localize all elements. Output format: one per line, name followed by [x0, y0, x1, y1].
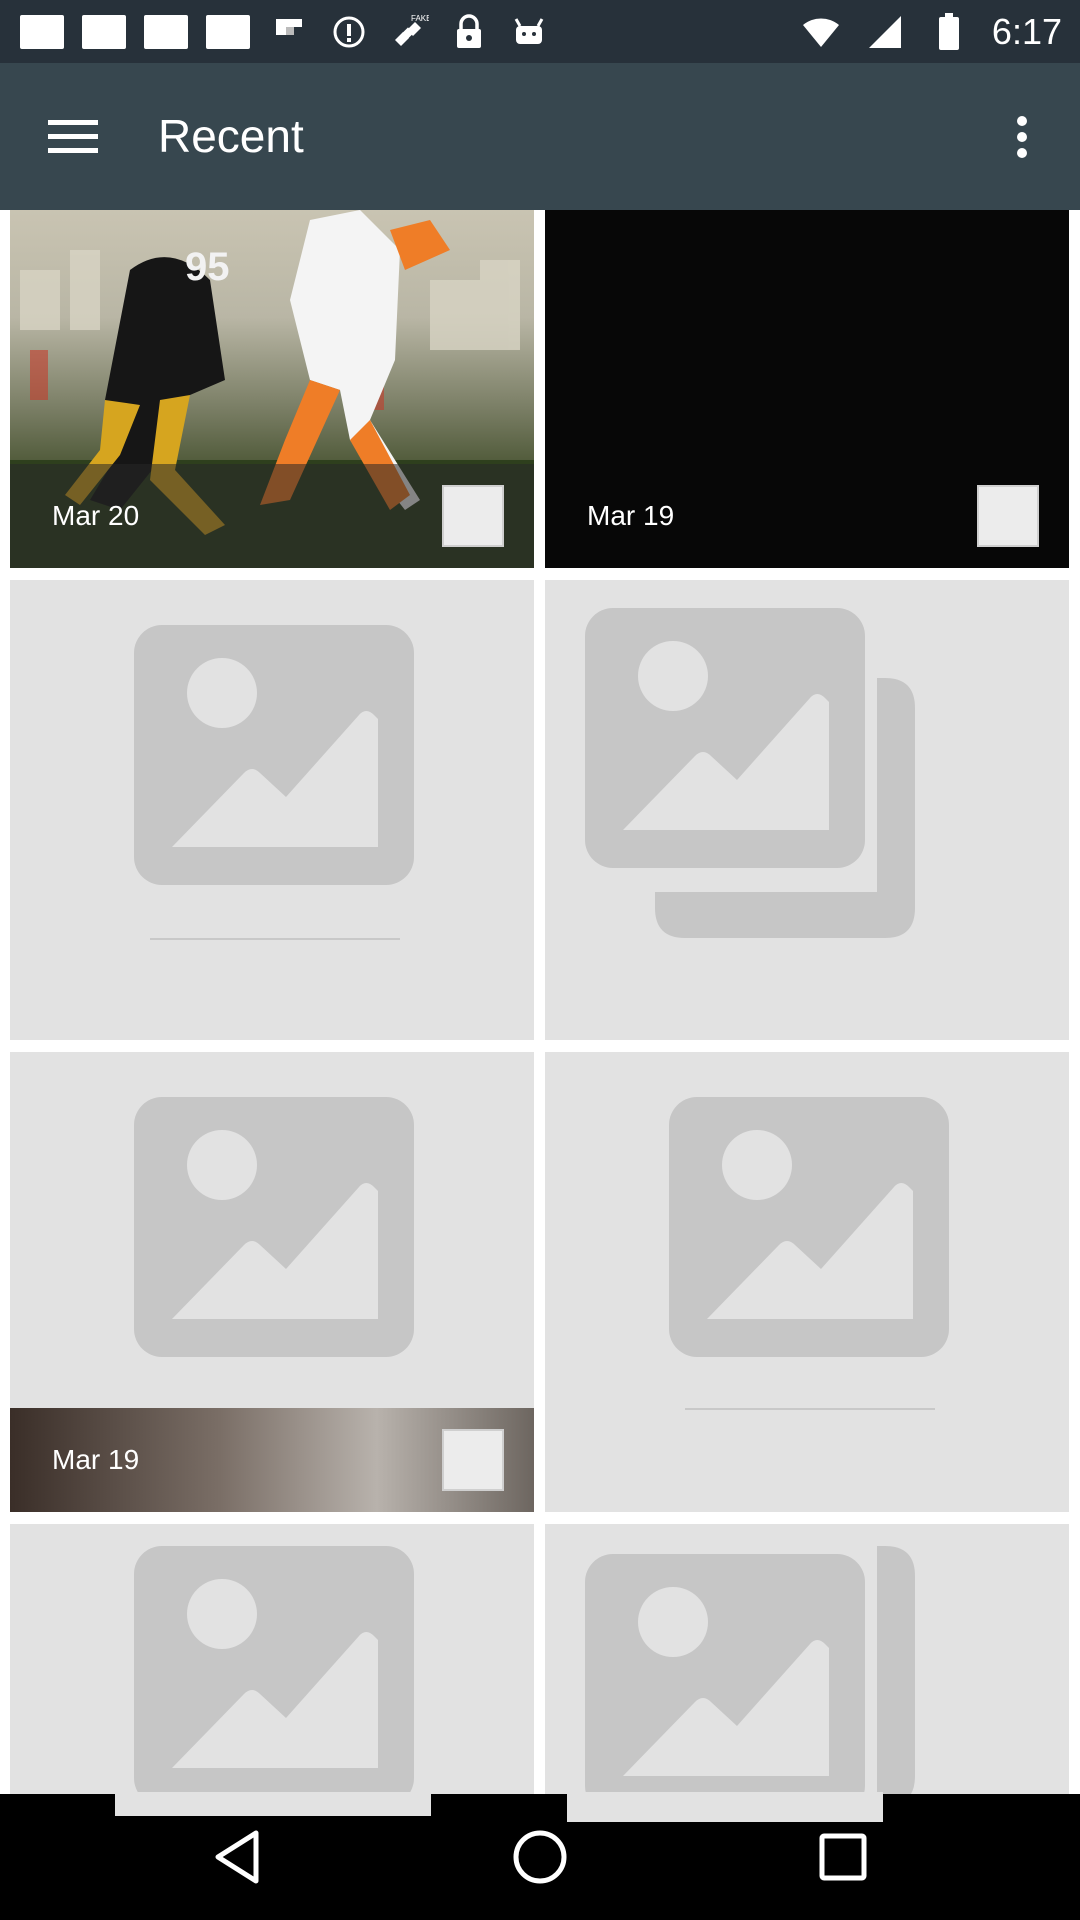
status-icons-left: FAKE	[20, 0, 550, 63]
multiple-images-placeholder-icon	[585, 608, 915, 938]
divider	[685, 1408, 935, 1410]
lock-icon	[448, 11, 490, 53]
select-checkbox[interactable]	[977, 485, 1039, 547]
image-placeholder-icon	[134, 625, 414, 885]
status-icons-right: 6:17	[800, 0, 1062, 63]
signal-icon	[864, 11, 906, 53]
android-icon	[508, 11, 550, 53]
photo-grid: 95 Mar 20 Mar 19 Mar 19	[0, 210, 1080, 1794]
notification-square-icon	[206, 14, 250, 49]
navigation-bar	[0, 1792, 1080, 1920]
grid-tile[interactable]	[545, 1052, 1069, 1512]
select-checkbox[interactable]	[442, 485, 504, 547]
status-time: 6:17	[991, 10, 1062, 52]
grid-tile[interactable]	[10, 580, 534, 1040]
select-checkbox[interactable]	[442, 1429, 504, 1491]
grid-tile[interactable]: Mar 19	[545, 210, 1069, 568]
image-placeholder-icon	[134, 1546, 414, 1794]
battery-icon	[928, 11, 970, 53]
svg-text:FAKE: FAKE	[411, 14, 429, 23]
flipboard-icon	[268, 11, 310, 53]
menu-button[interactable]	[30, 97, 116, 177]
multiple-images-placeholder-icon	[585, 1546, 915, 1794]
image-placeholder-icon	[669, 1097, 949, 1357]
wifi-icon	[800, 11, 842, 53]
info-icon	[328, 11, 370, 53]
satellite-fake-gps-icon: FAKE	[388, 11, 430, 53]
grid-tile[interactable]: Mar 19	[10, 1052, 534, 1512]
grid-tile[interactable]	[10, 1524, 534, 1794]
recents-square-icon	[819, 1833, 867, 1881]
tile-overflow	[115, 1792, 431, 1816]
notification-square-icon	[82, 14, 126, 49]
home-circle-icon	[513, 1830, 567, 1884]
grid-tile[interactable]	[545, 1524, 1069, 1794]
svg-text:95: 95	[185, 245, 230, 289]
grid-tile[interactable]: 95 Mar 20	[10, 210, 534, 568]
notification-square-icon	[144, 14, 188, 49]
image-placeholder-icon	[134, 1097, 414, 1357]
more-options-button[interactable]	[992, 97, 1052, 177]
home-button[interactable]	[500, 1817, 580, 1897]
more-vertical-icon	[1017, 116, 1027, 158]
back-button[interactable]	[197, 1817, 277, 1897]
hamburger-menu-icon	[48, 120, 98, 153]
tile-date-label: Mar 19	[587, 500, 675, 531]
grid-tile[interactable]	[545, 580, 1069, 1040]
page-title: Recent	[158, 110, 304, 162]
tile-date-label: Mar 20	[52, 500, 140, 531]
tile-date-label: Mar 19	[52, 1444, 140, 1475]
app-bar: Recent	[0, 63, 1080, 210]
status-bar: FAKE 6:17	[0, 0, 1080, 63]
back-triangle-icon	[215, 1830, 259, 1884]
divider	[150, 938, 400, 940]
recents-button[interactable]	[803, 1817, 883, 1897]
notification-square-icon	[20, 14, 64, 49]
